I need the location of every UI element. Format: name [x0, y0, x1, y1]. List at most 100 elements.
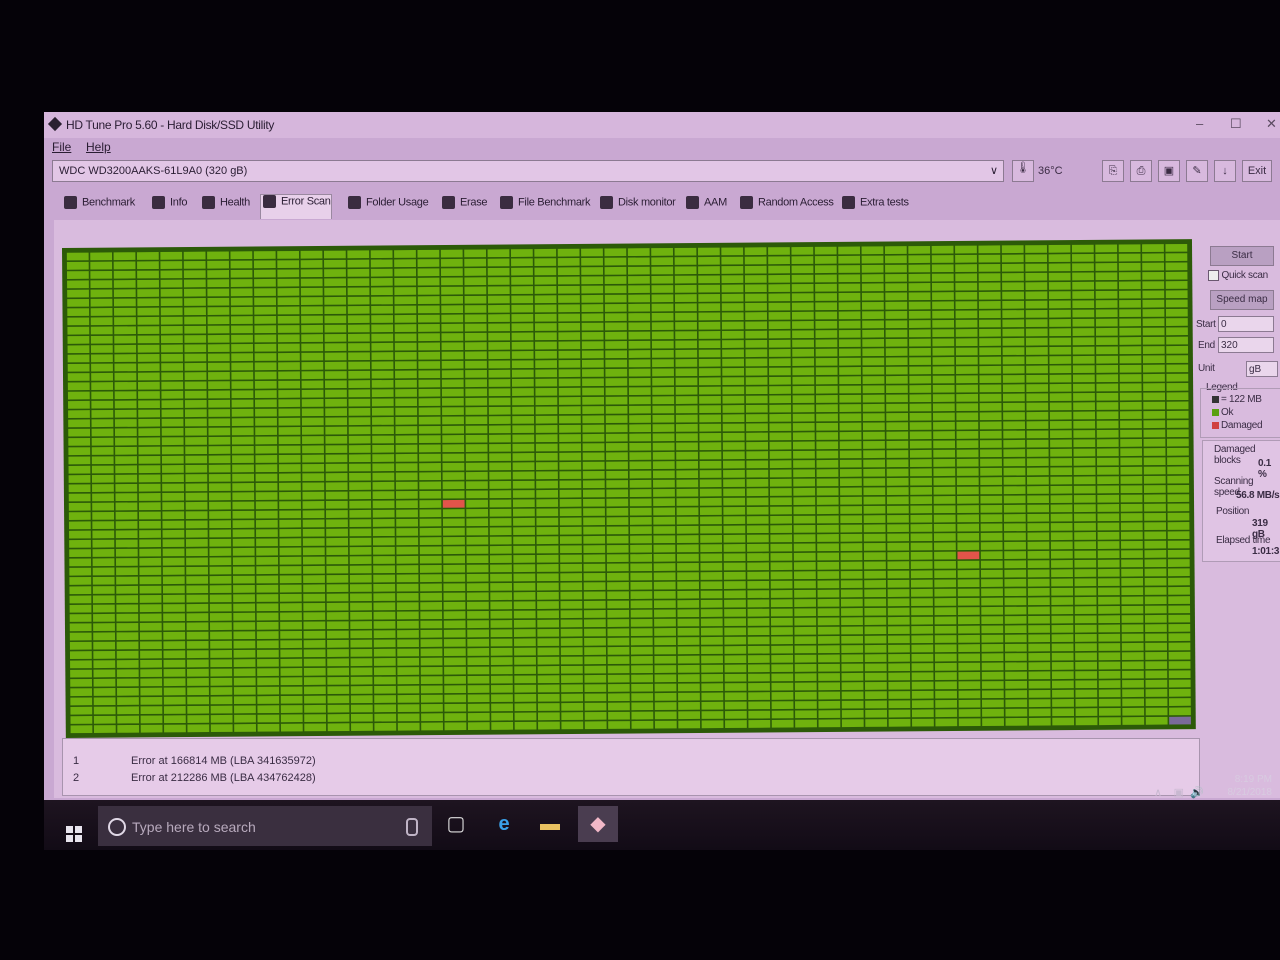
block-ok [1072, 281, 1095, 290]
start-button[interactable]: Start [1210, 246, 1274, 266]
exit-button[interactable]: Exit [1242, 160, 1272, 182]
block-ok [582, 443, 605, 452]
block-ok [443, 555, 466, 564]
block-ok [721, 275, 744, 284]
tab-random-access[interactable]: Random Access [738, 196, 834, 218]
block-ok [534, 323, 557, 331]
tab-benchmark[interactable]: Benchmark [62, 196, 135, 218]
block-ok [1074, 513, 1096, 522]
maximize-button[interactable]: ☐ [1230, 116, 1242, 132]
menu-file[interactable]: File [52, 140, 71, 154]
block-ok [841, 709, 864, 718]
speed-map-button[interactable]: Speed map [1210, 290, 1274, 310]
block-ok [561, 712, 584, 721]
block-ok [817, 534, 839, 542]
block-ok [467, 610, 489, 619]
block-ok [137, 353, 160, 362]
hd-tune-taskbar-icon[interactable]: ◆ [578, 806, 618, 842]
tab-health[interactable]: Health [200, 196, 250, 218]
scanning-speed-value: 56.8 MB/s [1236, 490, 1280, 501]
block-ok [909, 347, 931, 356]
block-ok [698, 377, 721, 386]
block-ok [792, 432, 815, 441]
block-ok [770, 534, 793, 543]
drive-select[interactable]: WDC WD3200AAKS-61L9A0 (320 gB) ∨ [52, 160, 1004, 182]
block-ok [1098, 606, 1120, 614]
block-ok [163, 659, 186, 668]
end-field[interactable]: 320 [1218, 337, 1274, 353]
tab-file-benchmark[interactable]: File Benchmark [498, 196, 591, 218]
copy-info-icon[interactable]: ⎘ [1102, 160, 1124, 182]
block-ok [582, 387, 604, 396]
block-ok [699, 497, 722, 506]
options-icon[interactable]: ✎ [1186, 160, 1208, 182]
block-ok [1025, 282, 1048, 290]
copy-text-icon[interactable]: ⎙ [1130, 160, 1152, 182]
block-ok [162, 511, 185, 520]
tab-aam[interactable]: AAM [684, 196, 727, 218]
close-button[interactable]: ✕ [1266, 116, 1277, 132]
taskbar-search[interactable]: Type here to search [98, 806, 432, 846]
block-ok [957, 495, 979, 504]
chevron-up-icon[interactable]: ∧ [1154, 786, 1162, 799]
clock-time: 8:19 PM [1234, 774, 1272, 785]
tab-disk-monitor[interactable]: Disk monitor [598, 196, 676, 218]
minimize-button[interactable]: – [1196, 116, 1203, 131]
block-ok [442, 444, 465, 453]
block-ok [278, 371, 300, 380]
block-ok [1168, 698, 1191, 706]
tab-extra-tests[interactable]: Extra tests [840, 196, 909, 218]
block-ok [700, 599, 723, 608]
tab-info[interactable]: Info [150, 196, 187, 218]
file-explorer-icon[interactable]: ▬ [530, 806, 570, 842]
tab-folder-usage[interactable]: Folder Usage [346, 196, 429, 218]
task-view-icon[interactable]: ▢ [436, 806, 476, 842]
block-ok [69, 539, 91, 548]
block-ok [955, 310, 978, 319]
quick-scan-checkbox[interactable] [1208, 270, 1219, 281]
block-ok [374, 695, 397, 703]
screenshot-icon[interactable]: ▣ [1158, 160, 1180, 182]
block-ok [537, 712, 560, 721]
block-ok [1027, 523, 1050, 531]
quick-scan-option[interactable]: Quick scan [1208, 270, 1268, 281]
volume-icon[interactable]: 🔊 [1190, 786, 1204, 799]
block-ok [183, 288, 206, 297]
block-ok [699, 488, 722, 497]
start-field[interactable]: 0 [1218, 316, 1274, 332]
block-ok [910, 486, 933, 495]
block-ok [162, 576, 185, 585]
block-ok [981, 643, 1004, 652]
block-ok [396, 528, 419, 536]
save-icon[interactable]: ↓ [1214, 160, 1236, 182]
block-ok [396, 546, 419, 555]
block-ok [254, 399, 277, 408]
menu-help[interactable]: Help [86, 140, 111, 154]
block-ok [139, 520, 161, 529]
block-ok [816, 413, 838, 422]
block-ok [1072, 272, 1094, 281]
block-ok [934, 607, 957, 616]
network-icon[interactable]: ▣ [1174, 786, 1184, 799]
block-ok [981, 606, 1004, 615]
block-ok [607, 637, 630, 646]
block-ok [395, 389, 417, 397]
windows-start-icon[interactable] [66, 826, 82, 842]
taskbar-clock[interactable]: 8:19 PM 8/21/2018 [1214, 774, 1273, 798]
unit-select[interactable]: gB [1246, 361, 1278, 377]
microphone-icon[interactable] [406, 818, 418, 836]
block-ok [160, 316, 183, 325]
block-ok [1098, 615, 1121, 624]
block-ok [1144, 503, 1166, 512]
block-ok [514, 656, 536, 665]
tab-error-scan[interactable]: Error Scan [260, 194, 332, 219]
block-ok [1048, 254, 1071, 262]
block-ok [1142, 271, 1165, 280]
tab-erase[interactable]: Erase [440, 196, 488, 218]
edge-browser-icon[interactable]: e [484, 806, 524, 842]
block-ok [254, 343, 277, 352]
block-ok [304, 714, 327, 723]
block-ok [1097, 476, 1119, 485]
block-ok [465, 462, 488, 471]
block-ok [791, 256, 814, 265]
